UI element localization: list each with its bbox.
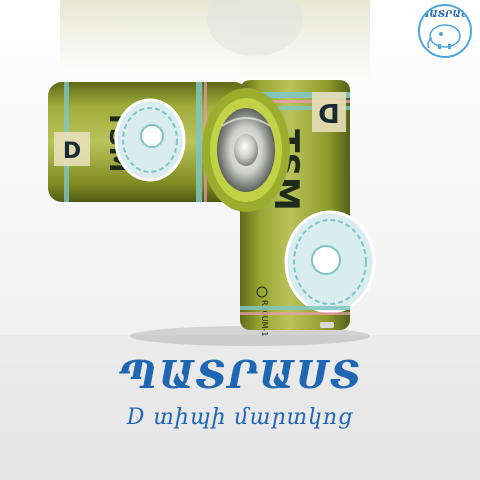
brand-subtitle: D տիպի մարտկոց [126,405,354,430]
svg-text:D: D [318,97,340,127]
svg-text:D: D [63,139,81,164]
brand-badge: ՊԱՏՐԱՍՏ [418,4,472,58]
badge-label: ՊԱՏՐԱՍՏ [420,10,472,20]
reflection [60,0,370,80]
battery-lying: D TSM [48,82,290,212]
brand-title: ՊԱՏՐԱՍՏ [118,352,362,397]
svg-text:R20UM-1: R20UM-1 [260,300,269,336]
